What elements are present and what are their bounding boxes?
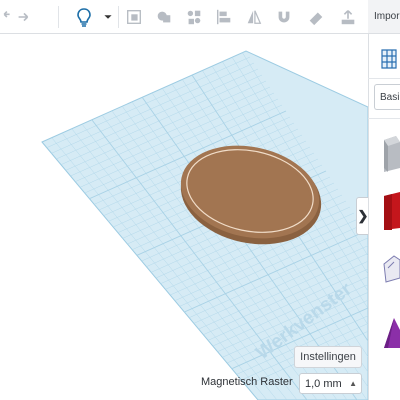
box-shape-icon[interactable] bbox=[374, 132, 400, 172]
toolbar bbox=[0, 0, 368, 34]
group-icon[interactable] bbox=[150, 3, 178, 31]
snap-grid-value: 1,0 mm bbox=[305, 377, 342, 390]
toolbar-separator bbox=[58, 6, 59, 28]
panel-divider bbox=[368, 78, 400, 79]
snap-grid-label: Magnetisch Raster bbox=[201, 376, 293, 388]
panel-divider bbox=[368, 118, 400, 119]
ruler-icon[interactable] bbox=[302, 3, 330, 31]
grid-icon[interactable] bbox=[374, 38, 400, 78]
shape-category-dropdown[interactable]: Basi bbox=[374, 84, 400, 110]
settings-button[interactable]: Instellingen bbox=[294, 346, 362, 368]
align-icon[interactable] bbox=[210, 3, 238, 31]
paper-shape-icon[interactable] bbox=[374, 248, 400, 288]
import-button[interactable]: Impor bbox=[368, 0, 400, 34]
cone-shape-icon[interactable] bbox=[374, 310, 400, 350]
chevron-down-icon: ▲ bbox=[349, 379, 357, 388]
magnet-icon[interactable] bbox=[270, 3, 298, 31]
workplane-icon[interactable] bbox=[120, 3, 148, 31]
export-icon[interactable] bbox=[334, 3, 362, 31]
collapse-panel-button[interactable]: ❯ bbox=[356, 197, 368, 235]
toolbar-separator bbox=[118, 6, 119, 28]
snap-grid-select[interactable]: 1,0 mm ▲ bbox=[299, 373, 362, 394]
ungroup-icon[interactable] bbox=[180, 3, 208, 31]
flip-icon[interactable] bbox=[240, 3, 268, 31]
3d-viewport[interactable]: Werkvenster ❯ Instellingen Magnetisch Ra… bbox=[0, 35, 368, 400]
redo-icon[interactable] bbox=[10, 3, 38, 31]
red-box-shape-icon[interactable] bbox=[374, 190, 400, 230]
